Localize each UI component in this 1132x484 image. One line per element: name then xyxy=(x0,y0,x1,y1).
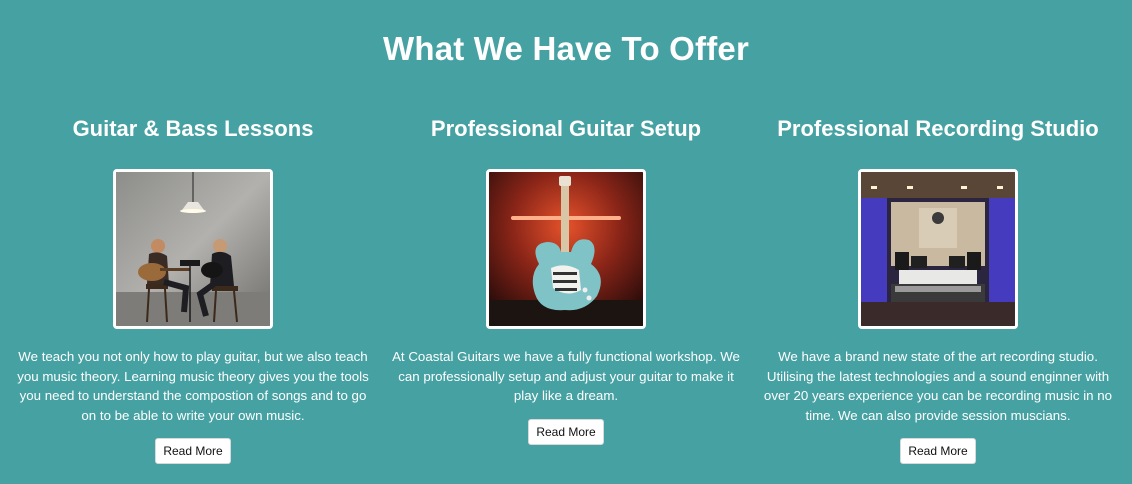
read-more-button[interactable]: Read More xyxy=(528,418,604,445)
service-card-setup: Professional Guitar Setup At Coastal Gui… xyxy=(380,115,752,445)
electric-guitar-image xyxy=(489,172,643,326)
card-description: We have a brand new state of the art rec… xyxy=(763,349,1113,423)
guitar-lesson-photo xyxy=(113,169,273,329)
recording-studio-photo xyxy=(858,169,1018,329)
electric-guitar-photo xyxy=(486,169,646,329)
card-title: Professional Guitar Setup xyxy=(430,116,702,141)
read-more-button[interactable]: Read More xyxy=(900,438,976,464)
recording-studio-image xyxy=(861,172,1015,326)
service-card-studio: Professional Recording Studio We have a … xyxy=(752,115,1124,464)
card-description: At Coastal Guitars we have a fully funct… xyxy=(392,349,740,403)
card-title: Professional Recording Studio xyxy=(777,116,1099,141)
section-title: What We Have To Offer xyxy=(382,30,750,67)
read-more-button[interactable]: Read More xyxy=(155,438,231,464)
card-description: We teach you not only how to play guitar… xyxy=(17,349,369,423)
guitar-lesson-image xyxy=(116,172,270,326)
card-title: Guitar & Bass Lessons xyxy=(72,116,314,141)
service-card-lessons: Guitar & Bass Lessons We teach you not o… xyxy=(7,115,379,464)
